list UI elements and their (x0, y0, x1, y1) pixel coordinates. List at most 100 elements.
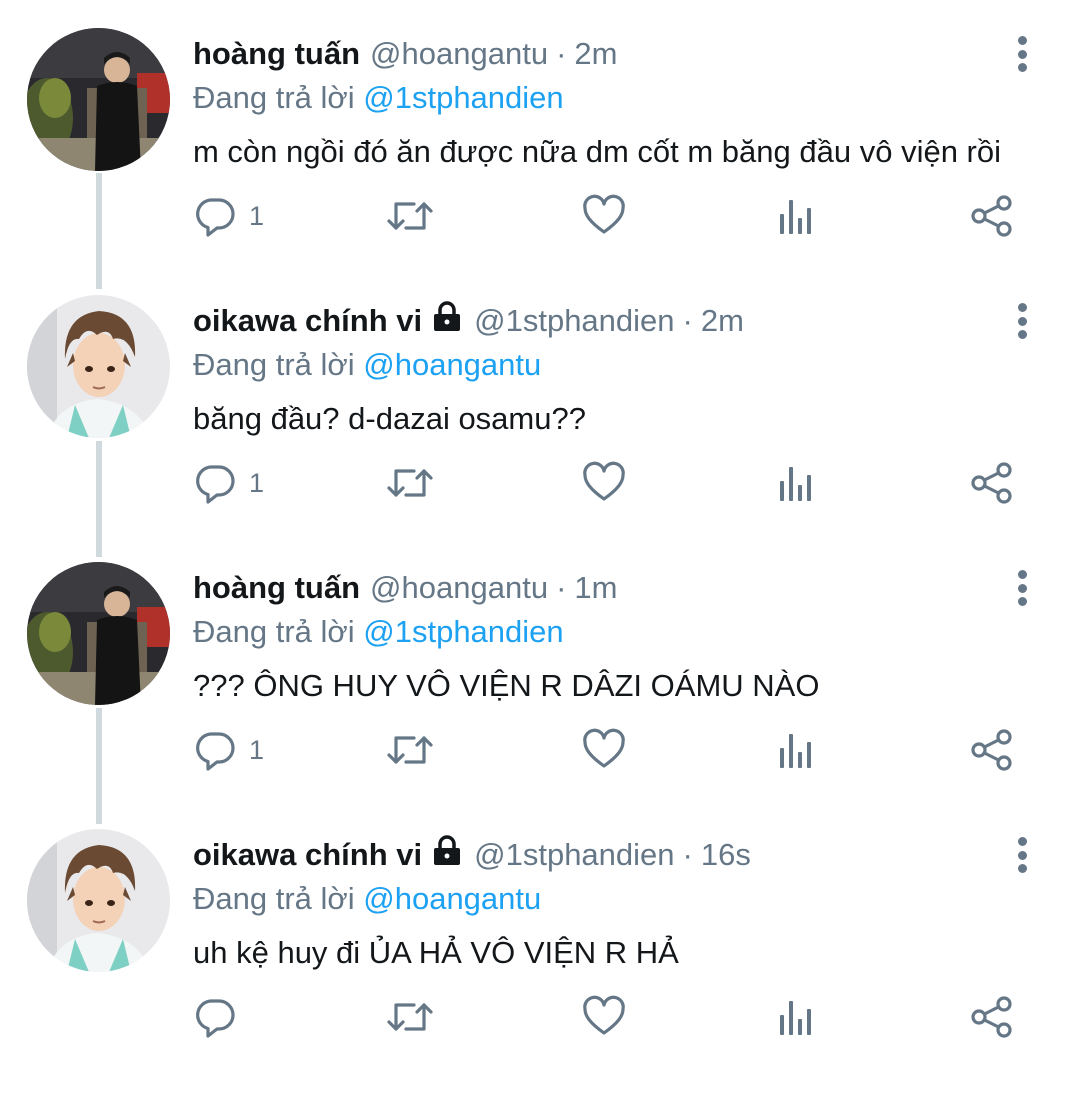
reply-button[interactable]: 1 (193, 455, 264, 511)
reply-icon (196, 465, 235, 504)
user-handle[interactable]: @1stphandien (474, 303, 674, 338)
tweet[interactable]: hoàng tuấn @hoangantu · 1m Đang trả lời @1s… (0, 562, 1080, 828)
tweet[interactable]: hoàng tuấn @hoangantu · 2m Đang trả lời @1s… (0, 28, 1080, 294)
reply-mention-link[interactable]: @hoangantu (363, 347, 541, 382)
user-handle[interactable]: @1stphandien (474, 837, 674, 872)
tweet-header: hoàng tuấn @hoangantu · 1m (193, 568, 990, 608)
replying-to-label: Đang trả lời (193, 347, 355, 382)
share-icon (971, 462, 1012, 504)
heart-icon (583, 194, 625, 234)
action-bar: 1 (0, 188, 1080, 244)
replying-to-label: Đang trả lời (193, 614, 355, 649)
retweet-icon (387, 736, 433, 764)
tweet-header: oikawa chính vi @1stphandien · 16s (193, 835, 990, 875)
analytics-button[interactable] (776, 188, 820, 244)
tweet-text: m còn ngồi đó ăn được nữa dm cốt m băng … (193, 134, 1001, 169)
heart-icon (583, 995, 625, 1035)
reply-mention-link[interactable]: @1stphandien (363, 614, 563, 649)
like-button[interactable] (582, 722, 626, 778)
timestamp[interactable]: 2m (574, 36, 617, 71)
analytics-icon (780, 467, 811, 501)
more-options-icon[interactable] (1012, 837, 1032, 873)
action-bar: 1 (0, 455, 1080, 511)
reply-icon (196, 198, 235, 237)
more-options-icon[interactable] (1012, 303, 1032, 339)
tweet-text: băng đầu? d-dazai osamu?? (193, 401, 586, 436)
timestamp[interactable]: 1m (574, 570, 617, 605)
analytics-icon (780, 734, 811, 768)
anime-avatar-image (27, 295, 170, 438)
retweet-icon (387, 469, 433, 497)
timestamp[interactable]: 16s (701, 837, 751, 872)
lock-icon (434, 301, 461, 331)
avatar[interactable] (27, 295, 170, 438)
anime-avatar-image (27, 829, 170, 972)
analytics-button[interactable] (776, 455, 820, 511)
separator-dot: · (556, 570, 567, 605)
display-name[interactable]: hoàng tuấn (193, 36, 360, 71)
photo-avatar-image (27, 28, 170, 171)
analytics-icon (780, 200, 811, 234)
more-options-icon[interactable] (1012, 570, 1032, 606)
share-button[interactable] (970, 188, 1014, 244)
share-icon (971, 996, 1012, 1038)
heart-icon (583, 461, 625, 501)
reply-button[interactable]: 1 (193, 722, 264, 778)
action-bar (0, 989, 1080, 1045)
avatar[interactable] (27, 829, 170, 972)
replying-to-label: Đang trả lời (193, 80, 355, 115)
reply-count: 1 (249, 467, 265, 498)
analytics-button[interactable] (776, 989, 820, 1045)
reply-icon (196, 999, 235, 1038)
like-button[interactable] (582, 455, 626, 511)
like-button[interactable] (582, 989, 626, 1045)
share-icon (971, 729, 1012, 771)
reply-button[interactable]: 1 (193, 188, 264, 244)
tweet-text: ??? ÔNG HUY VÔ VIỆN R DÂZI OÁMU NÀO (193, 668, 820, 703)
user-handle[interactable]: @hoangantu (370, 570, 548, 605)
reply-mention-link[interactable]: @hoangantu (363, 881, 541, 916)
lock-icon (434, 835, 461, 865)
share-button[interactable] (970, 989, 1014, 1045)
separator-dot: · (556, 36, 567, 71)
replying-to-label: Đang trả lời (193, 881, 355, 916)
retweet-button[interactable] (385, 722, 435, 778)
user-handle[interactable]: @hoangantu (370, 36, 548, 71)
retweet-button[interactable] (385, 188, 435, 244)
share-icon (971, 195, 1012, 237)
reply-count: 1 (249, 734, 265, 765)
more-options-icon[interactable] (1012, 36, 1032, 72)
share-button[interactable] (970, 455, 1014, 511)
retweet-icon (387, 1003, 433, 1031)
action-bar: 1 (0, 722, 1080, 778)
display-name[interactable]: hoàng tuấn (193, 570, 360, 605)
tweet-text: uh kệ huy đi ỦA HẢ VÔ VIỆN R HẢ (193, 935, 679, 970)
replying-to: Đang trả lời @hoangantu (193, 879, 541, 919)
tweet-header: hoàng tuấn @hoangantu · 2m (193, 34, 990, 74)
analytics-button[interactable] (776, 722, 820, 778)
replying-to: Đang trả lời @1stphandien (193, 78, 564, 118)
timestamp[interactable]: 2m (701, 303, 744, 338)
avatar[interactable] (27, 28, 170, 171)
reply-button[interactable] (193, 989, 249, 1045)
replying-to: Đang trả lời @hoangantu (193, 345, 541, 385)
retweet-button[interactable] (385, 989, 435, 1045)
separator-dot: · (682, 303, 693, 338)
avatar[interactable] (27, 562, 170, 705)
like-button[interactable] (582, 188, 626, 244)
display-name[interactable]: oikawa chính vi (193, 303, 422, 338)
tweet[interactable]: oikawa chính vi @1stphandien · 2m Đang trả … (0, 295, 1080, 561)
reply-mention-link[interactable]: @1stphandien (363, 80, 563, 115)
separator-dot: · (682, 837, 693, 872)
tweet-header: oikawa chính vi @1stphandien · 2m (193, 301, 990, 341)
share-button[interactable] (970, 722, 1014, 778)
analytics-icon (780, 1001, 811, 1035)
retweet-button[interactable] (385, 455, 435, 511)
tweet[interactable]: oikawa chính vi @1stphandien · 16s Đang trả… (0, 829, 1080, 1095)
heart-icon (583, 728, 625, 768)
replying-to: Đang trả lời @1stphandien (193, 612, 564, 652)
retweet-icon (387, 202, 433, 230)
reply-count: 1 (249, 200, 265, 231)
reply-icon (196, 732, 235, 771)
display-name[interactable]: oikawa chính vi (193, 837, 422, 872)
